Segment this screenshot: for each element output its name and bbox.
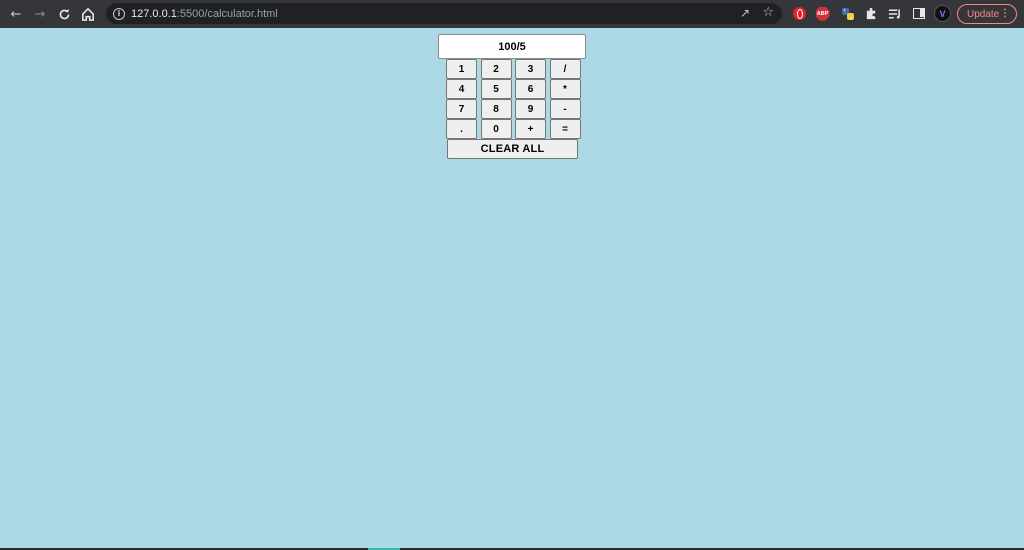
key-1[interactable]: 1 [446,59,477,79]
key-7[interactable]: 7 [446,99,477,119]
url-text[interactable]: 127.0.0.1:5500/calculator.html [131,8,278,20]
key-equals[interactable]: = [549,119,581,139]
key-6[interactable]: 6 [515,79,546,99]
key-0[interactable]: 0 [480,119,512,139]
key-9[interactable]: 9 [515,99,546,119]
key-decimal[interactable]: . [446,119,477,139]
adblock-plus-icon[interactable]: ABP [815,6,830,21]
share-icon[interactable]: ↗ [740,6,750,20]
url-path: :5500/calculator.html [176,7,278,20]
opera-icon[interactable] [792,6,807,21]
key-8[interactable]: 8 [480,99,512,119]
reading-list-icon[interactable] [887,6,902,21]
menu-dots-icon[interactable]: ⋮ [1000,8,1010,20]
profile-avatar[interactable]: V [934,5,951,22]
key-add[interactable]: + [515,119,546,139]
key-divide[interactable]: / [549,59,581,79]
browser-toolbar: ← → i 127.0.0.1:5500/calculator.html ↗ ☆… [0,0,1024,28]
update-label: Update [967,8,1000,20]
address-bar[interactable]: i 127.0.0.1:5500/calculator.html ↗ ☆ [106,3,782,24]
bookmark-star-icon[interactable]: ☆ [762,5,774,20]
reload-icon[interactable] [55,5,73,23]
update-button[interactable]: Update ⋮ [957,4,1017,24]
key-5[interactable]: 5 [480,79,512,99]
back-arrow-icon[interactable]: ← [7,5,25,23]
side-panel-icon[interactable] [911,6,926,21]
forward-arrow-icon[interactable]: → [31,5,49,23]
python-icon[interactable] [840,6,855,21]
site-info-icon[interactable]: i [113,7,125,20]
url-host: 127.0.0.1 [131,7,177,20]
calculator-keypad: 1 2 3 / 4 5 6 * 7 8 9 - . 0 + = [446,59,581,139]
key-3[interactable]: 3 [515,59,546,79]
calculator-display[interactable]: 100/5 [438,34,586,59]
key-multiply[interactable]: * [549,79,581,99]
key-2[interactable]: 2 [480,59,512,79]
abp-label: ABP [815,6,830,21]
key-subtract[interactable]: - [549,99,581,119]
clear-all-button[interactable]: CLEAR ALL [447,139,578,159]
puzzle-icon[interactable] [864,6,879,21]
key-4[interactable]: 4 [446,79,477,99]
home-icon[interactable] [79,5,97,23]
